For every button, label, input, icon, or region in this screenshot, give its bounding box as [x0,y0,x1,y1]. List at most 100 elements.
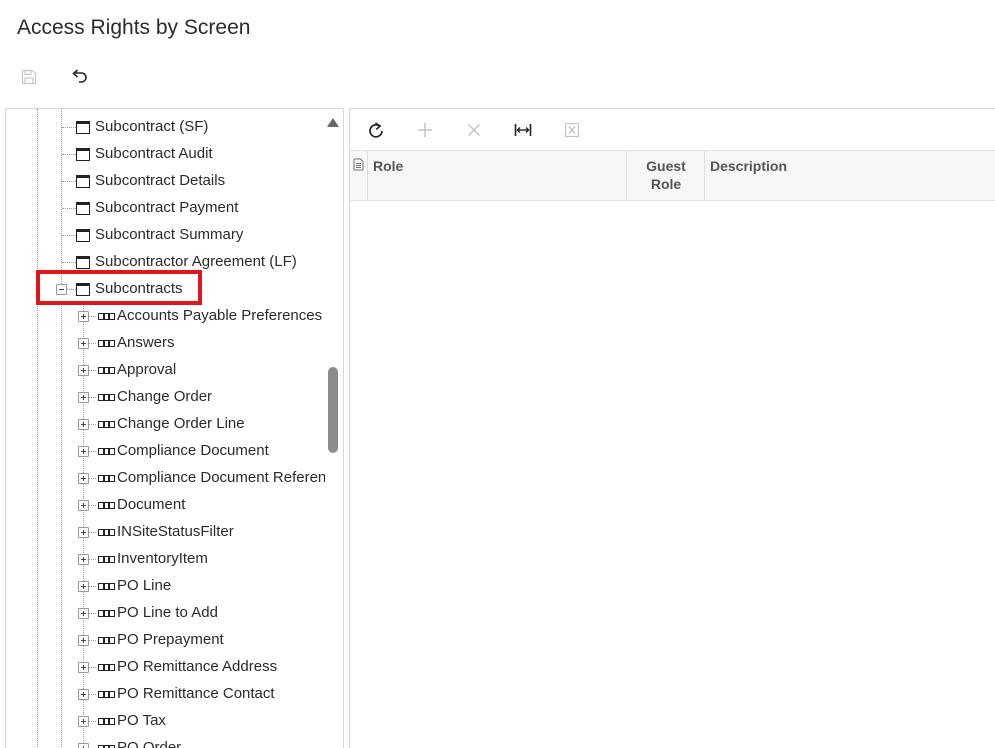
screen-tree[interactable]: Subcontract (SF) Subcontract Audit Subcont… [5,108,344,748]
tree-node[interactable]: PO Line to Add [6,600,328,627]
tree-node-label: Subcontract Payment [95,199,239,216]
expand-toggle-icon[interactable] [78,581,89,592]
column-header-role[interactable]: Role [368,151,627,201]
grid-header: Role Guest Role Description [350,151,995,201]
tree-node[interactable]: PO Line [6,573,328,600]
tree-node[interactable]: INSiteStatusFilter [6,519,328,546]
column-header-guest-role[interactable]: Guest Role [627,151,705,201]
tree-node-label: Change Order [117,388,213,405]
expand-toggle-icon[interactable] [78,365,89,376]
expand-toggle-icon[interactable] [78,446,89,457]
expand-toggle-icon[interactable] [78,419,89,430]
tree-node-label: Change Order Line [117,415,245,432]
table-icon [98,610,115,617]
expand-toggle-icon[interactable] [78,689,89,700]
row-selector-column[interactable] [350,151,368,201]
tree-node[interactable]: PO Remittance Address [6,654,328,681]
tree-node-label: Approval [117,361,177,378]
grid-toolbar [350,109,995,151]
screen-icon [76,148,90,161]
tree-node[interactable]: Accounts Payable Preferences [6,303,328,330]
column-header-description[interactable]: Description [705,151,995,201]
tree-node-label: Compliance Document Reference [117,469,325,486]
expand-toggle-icon[interactable] [78,716,89,727]
export-excel-icon [564,122,580,138]
expand-toggle-icon[interactable] [78,554,89,565]
expand-toggle-icon[interactable] [78,473,89,484]
expand-toggle-icon[interactable] [78,338,89,349]
role-column-label: Role [373,158,404,174]
tree-node[interactable]: Document [6,492,328,519]
tree-node[interactable]: PO Remittance Contact [6,681,328,708]
tree-node-label: PO Remittance Contact [117,685,275,702]
tree-node-label: INSiteStatusFilter [117,523,234,540]
table-icon [98,421,115,428]
expand-toggle-icon[interactable] [78,311,89,322]
tree-node[interactable]: Subcontract Details [6,168,328,195]
tree-node-label: PO Tax [117,712,166,729]
expand-toggle-icon[interactable] [78,635,89,646]
delete-row-button[interactable] [459,115,489,145]
tree-node-label: Subcontract (SF) [95,118,209,135]
tree-node[interactable]: Compliance Document Reference [6,465,328,492]
tree-node-label: InventoryItem [117,550,208,567]
scroll-up-arrow-icon[interactable] [327,118,339,127]
fit-columns-button[interactable] [508,115,538,145]
undo-icon [72,69,87,83]
tree-node-label: PO Line [117,577,172,594]
description-column-label: Description [710,158,788,174]
tree-node-label: Document [117,496,186,513]
expand-toggle-icon[interactable] [78,392,89,403]
add-row-button[interactable] [410,115,440,145]
screen-icon [76,202,90,215]
tree-node[interactable]: Answers [6,330,328,357]
table-icon [98,691,115,698]
table-icon [98,583,115,590]
tree-node[interactable]: InventoryItem [6,546,328,573]
access-rights-grid: Role Guest Role Description [349,108,995,748]
tree-node[interactable]: Subcontract (SF) [6,114,328,141]
tree-node-label: Subcontract Summary [95,226,244,243]
refresh-icon [369,122,383,138]
expand-toggle-icon[interactable] [78,608,89,619]
tree-scrollbar-thumb[interactable] [328,367,338,453]
guest-role-column-label-line1: Guest [646,158,686,174]
tree-node-label: PO Line to Add [117,604,218,621]
table-icon [98,313,115,320]
screen-icon [76,121,90,134]
tree-node[interactable]: PO Prepayment [6,627,328,654]
add-icon [418,123,432,137]
tree-node[interactable]: Change Order [6,384,328,411]
tree-node-label: PO Remittance Address [117,658,278,675]
expand-toggle-icon[interactable] [78,743,89,748]
tree-node-label: Subcontract Details [95,172,226,189]
table-icon [98,475,115,482]
tree-node[interactable]: Compliance Document [6,438,328,465]
delete-icon [467,123,481,137]
screen-icon [76,229,90,242]
expand-toggle-icon[interactable] [78,662,89,673]
fit-columns-icon [514,124,532,136]
table-icon [98,637,115,644]
table-icon [98,394,115,401]
screen-icon [76,175,90,188]
table-icon [98,529,115,536]
undo-button[interactable] [64,62,94,92]
tree-node[interactable]: Approval [6,357,328,384]
export-excel-button[interactable] [557,115,587,145]
tree-node-label: PO Prepayment [117,631,224,648]
save-icon [21,69,37,85]
tree-node-label: Subcontractor Agreement (LF) [95,253,297,270]
expand-toggle-icon[interactable] [78,527,89,538]
tree-node[interactable]: Subcontract Summary [6,222,328,249]
refresh-button[interactable] [361,115,391,145]
guest-role-column-label-line2: Role [650,176,682,192]
table-icon [98,556,115,563]
expand-toggle-icon[interactable] [78,500,89,511]
table-icon [98,502,115,509]
save-button[interactable] [14,62,44,92]
tree-node[interactable]: Change Order Line [6,411,328,438]
tree-node[interactable]: Subcontract Payment [6,195,328,222]
tree-node[interactable]: Subcontract Audit [6,141,328,168]
tree-node[interactable]: PO Tax [6,708,328,735]
